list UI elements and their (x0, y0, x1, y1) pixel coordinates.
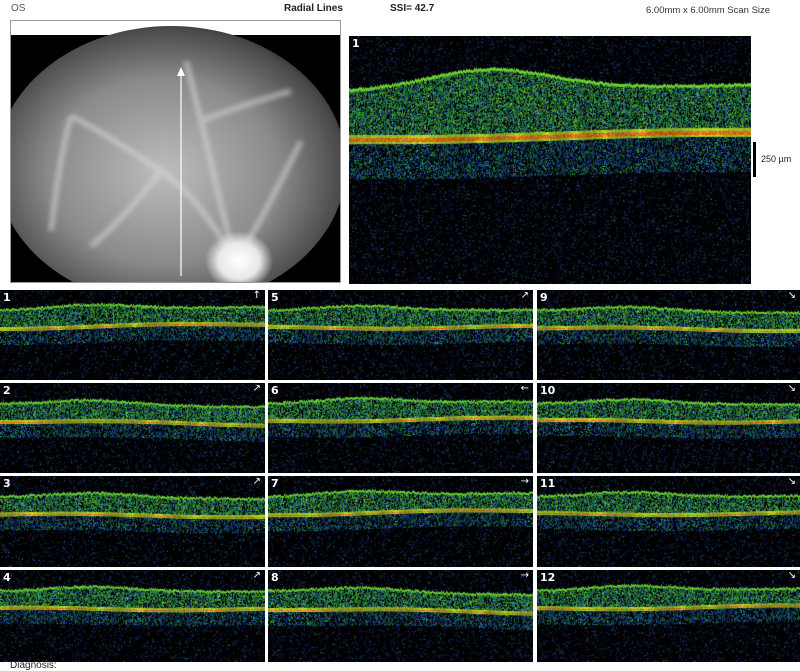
arrow-down-right-icon: ↘ (787, 476, 796, 487)
arrow-down-right-icon: ↘ (787, 290, 796, 301)
fundus-svg (11, 26, 340, 282)
ssi-value: SSI= 42.7 (390, 3, 435, 14)
oct-thumbnail-7[interactable]: 7 → (268, 476, 533, 567)
thumbnail-number: 11 (540, 477, 556, 490)
thumbnail-number: 8 (271, 571, 279, 584)
oct-thumbnail-8[interactable]: 8 → (268, 570, 533, 662)
oct-thumbnail-canvas (537, 476, 800, 567)
scale-bar (753, 142, 756, 177)
oct-thumbnail-canvas (268, 570, 533, 662)
oct-thumbnail-canvas (268, 383, 533, 473)
thumbnail-number: 9 (540, 291, 548, 304)
oct-thumbnail-11[interactable]: 11 ↘ (537, 476, 800, 567)
oct-thumbnail-4[interactable]: 4 ↗ (0, 570, 265, 662)
main-oct-canvas (349, 36, 751, 284)
thumbnail-number: 2 (3, 384, 11, 397)
oct-thumbnail-3[interactable]: 3 ↗ (0, 476, 265, 567)
oct-thumbnail-5[interactable]: 5 ↗ (268, 290, 533, 380)
oct-thumbnail-9[interactable]: 9 ↘ (537, 290, 800, 380)
fundus-image[interactable] (10, 20, 341, 283)
oct-thumbnail-canvas (0, 570, 265, 662)
oct-thumbnail-canvas (537, 290, 800, 380)
arrow-right-icon: → (520, 476, 529, 487)
scan-size-label: 6.00mm x 6.00mm Scan Size (646, 5, 771, 16)
arrow-right-icon: → (520, 570, 529, 581)
oct-thumbnail-2[interactable]: 2 ↗ (0, 383, 265, 473)
arrow-up-icon: ↑ (252, 290, 261, 301)
thumbnail-number: 7 (271, 477, 279, 490)
oct-thumbnail-canvas (537, 570, 800, 662)
scan-type-label: Radial Lines (284, 3, 343, 14)
oct-thumbnail-12[interactable]: 12 ↘ (537, 570, 800, 662)
oct-thumbnail-1[interactable]: 1 ↑ (0, 290, 265, 380)
oct-thumbnail-canvas (0, 476, 265, 567)
thumbnail-number: 4 (3, 571, 11, 584)
thumbnail-number: 1 (3, 291, 11, 304)
oct-thumbnail-10[interactable]: 10 ↘ (537, 383, 800, 473)
thumbnail-number: 5 (271, 291, 279, 304)
oct-thumbnail-canvas (0, 290, 265, 380)
oct-thumbnail-canvas (268, 290, 533, 380)
arrow-up-right-icon: ↗ (252, 570, 261, 581)
main-oct-scan[interactable]: 1 (349, 36, 751, 284)
thumbnail-number: 10 (540, 384, 556, 397)
main-scan-number: 1 (352, 37, 360, 50)
thumbnail-number: 3 (3, 477, 11, 490)
eye-label: OS (11, 3, 26, 14)
arrow-up-right-icon: ↗ (252, 383, 261, 394)
oct-thumbnail-canvas (0, 383, 265, 473)
scale-bar-label: 250 µm (761, 154, 792, 164)
thumbnail-number: 12 (540, 571, 556, 584)
oct-thumbnail-canvas (268, 476, 533, 567)
oct-thumbnail-6[interactable]: 6 ← (268, 383, 533, 473)
arrow-up-right-icon: ↗ (520, 290, 529, 301)
arrow-down-right-icon: ↘ (787, 570, 796, 581)
oct-thumbnail-canvas (537, 383, 800, 473)
arrow-left-icon: ← (520, 383, 529, 394)
arrow-down-right-icon: ↘ (787, 383, 796, 394)
thumbnail-number: 6 (271, 384, 279, 397)
arrow-up-right-icon: ↗ (252, 476, 261, 487)
